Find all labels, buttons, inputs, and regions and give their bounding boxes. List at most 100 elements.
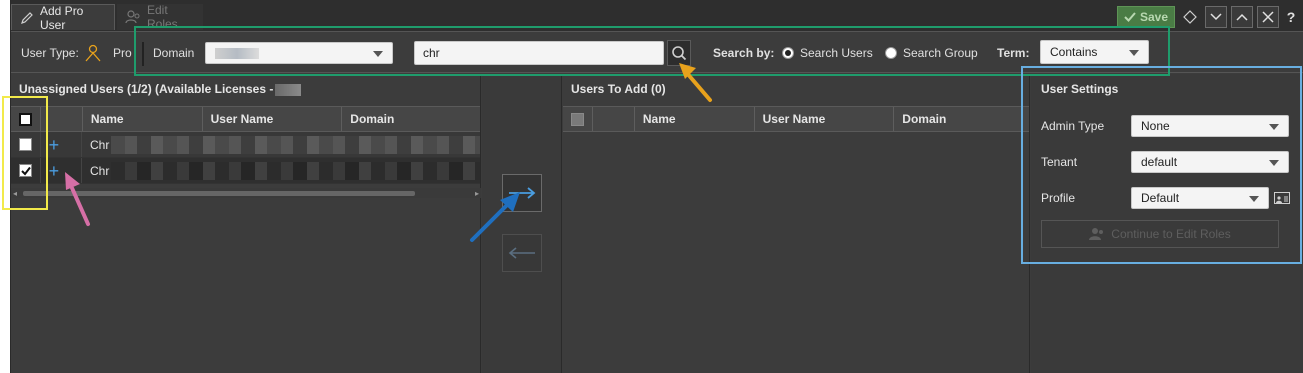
unassigned-users-panel: Unassigned Users (1/2) (Available Licens… [11,74,481,373]
radio-selected-icon [782,47,794,59]
users-to-add-grid: Name User Name Domain [563,106,1029,132]
id-card-icon [1276,196,1288,203]
unassigned-title-text: Unassigned Users (1/2) (Available Licens… [19,82,274,96]
radio-search-users[interactable]: Search Users [782,33,873,73]
term-dropdown[interactable]: Contains [1040,40,1149,64]
search-icon [672,46,687,61]
user-settings-title: User Settings [1041,82,1119,96]
checkmark-icon [1124,12,1136,22]
horizontal-scrollbar[interactable]: ◂ ▸ [11,188,481,198]
column-user-name[interactable]: User Name [755,107,895,131]
tenant-value: default [1141,155,1178,169]
tenant-dropdown[interactable]: default [1131,151,1289,173]
checkmark-icon [20,166,31,176]
continue-label: Continue to Edit Roles [1111,227,1231,241]
chevron-down-icon [1129,50,1139,56]
scroll-left-icon[interactable]: ◂ [13,189,17,198]
admin-type-value: None [1141,119,1170,133]
save-button[interactable]: Save [1117,6,1175,28]
profile-label: Profile [1041,191,1076,205]
add-cell: + [41,132,82,157]
domain-value-redacted [215,47,259,59]
remove-column-header [593,107,635,131]
radio-search-users-label: Search Users [800,46,873,60]
search-button[interactable] [667,40,691,66]
column-user-name[interactable]: User Name [203,107,343,131]
clear-button[interactable] [1179,6,1201,28]
chevron-up-icon [1236,13,1248,21]
row-checkbox-checked[interactable] [19,164,32,177]
users-icon [125,10,140,24]
admin-type-label: Admin Type [1041,119,1105,133]
expand-button[interactable] [1231,6,1253,28]
search-input[interactable] [414,41,664,65]
scrollbar-thumb[interactable] [23,191,415,196]
term-value: Contains [1050,45,1098,59]
column-domain[interactable]: Domain [894,107,1029,131]
column-domain[interactable]: Domain [342,107,480,131]
domain-dropdown[interactable] [205,42,393,64]
chevron-down-icon [1269,160,1279,166]
plus-icon[interactable]: + [49,136,60,154]
grid-header: Name User Name Domain [11,106,480,132]
select-all-checkbox[interactable] [19,112,32,126]
scroll-right-icon[interactable]: ▸ [475,189,479,198]
tab-strip: Add Pro User Edit Roles Save ? [11,0,1303,32]
user-cell: Chr [82,132,480,157]
chevron-down-icon [1210,13,1222,21]
plus-icon[interactable]: + [49,162,60,180]
select-all-cell [11,107,41,131]
move-right-button[interactable] [502,174,542,212]
user-data-redacted [111,161,480,180]
users-to-add-title: Users To Add (0) [571,82,666,96]
row-checkbox-cell [11,132,41,157]
close-button[interactable] [1257,6,1279,28]
table-row[interactable]: + Chr [11,132,480,158]
admin-type-dropdown[interactable]: None [1131,115,1289,137]
user-type-icon [84,33,102,73]
tenant-label: Tenant [1041,155,1078,169]
table-row[interactable]: + Chr [11,158,480,184]
select-all-checkbox[interactable] [571,112,584,126]
column-name[interactable]: Name [83,107,203,131]
arrow-left-icon [508,247,535,259]
row-checkbox[interactable] [19,138,32,151]
user-settings-panel: User Settings Admin Type None Tenant def… [1031,74,1303,373]
add-cell: + [41,158,82,183]
user-type-value: Pro [113,46,132,60]
add-column-header [41,107,83,131]
help-button[interactable]: ? [1283,6,1299,28]
add-pro-user-window: Add Pro User Edit Roles Save ? User Type… [10,0,1303,373]
continue-to-edit-roles-button[interactable]: Continue to Edit Roles [1041,220,1279,248]
move-left-button[interactable] [502,234,542,272]
radio-search-group-label: Search Group [903,46,978,60]
filter-bar: User Type: Pro Domain Search by: Search … [11,33,1303,73]
tab-edit-roles[interactable]: Edit Roles [117,3,203,31]
column-name[interactable]: Name [635,107,755,131]
diamond-icon [1183,10,1197,24]
radio-search-group[interactable]: Search Group [885,33,978,73]
select-all-cell [563,107,593,131]
user-type-label: User Type: [21,46,79,60]
grid-header: Name User Name Domain [563,106,1029,132]
radio-unselected-icon [885,47,897,59]
profile-value: Default [1141,191,1180,205]
pencil-icon [21,11,33,24]
separator [142,42,144,66]
move-buttons-panel [482,74,562,373]
chevron-down-icon [1269,124,1279,130]
tab-edit-roles-label: Edit Roles [147,3,178,31]
user-name-text: Chr [90,137,110,152]
profile-dropdown[interactable]: Default [1131,187,1269,209]
collapse-button[interactable] [1205,6,1227,28]
profile-card-icon[interactable] [1274,192,1290,204]
row-checkbox-cell [11,158,41,183]
arrow-right-icon [509,187,536,199]
domain-label: Domain [153,46,195,60]
users-to-add-panel: Users To Add (0) Name User Name Domain [563,74,1030,373]
chevron-down-icon [1249,196,1259,202]
pro-user-icon [85,44,101,62]
close-icon [1262,11,1274,23]
tab-add-pro-user[interactable]: Add Pro User [11,4,115,32]
unassigned-grid: Name User Name Domain + Chr + Chr [11,106,480,184]
